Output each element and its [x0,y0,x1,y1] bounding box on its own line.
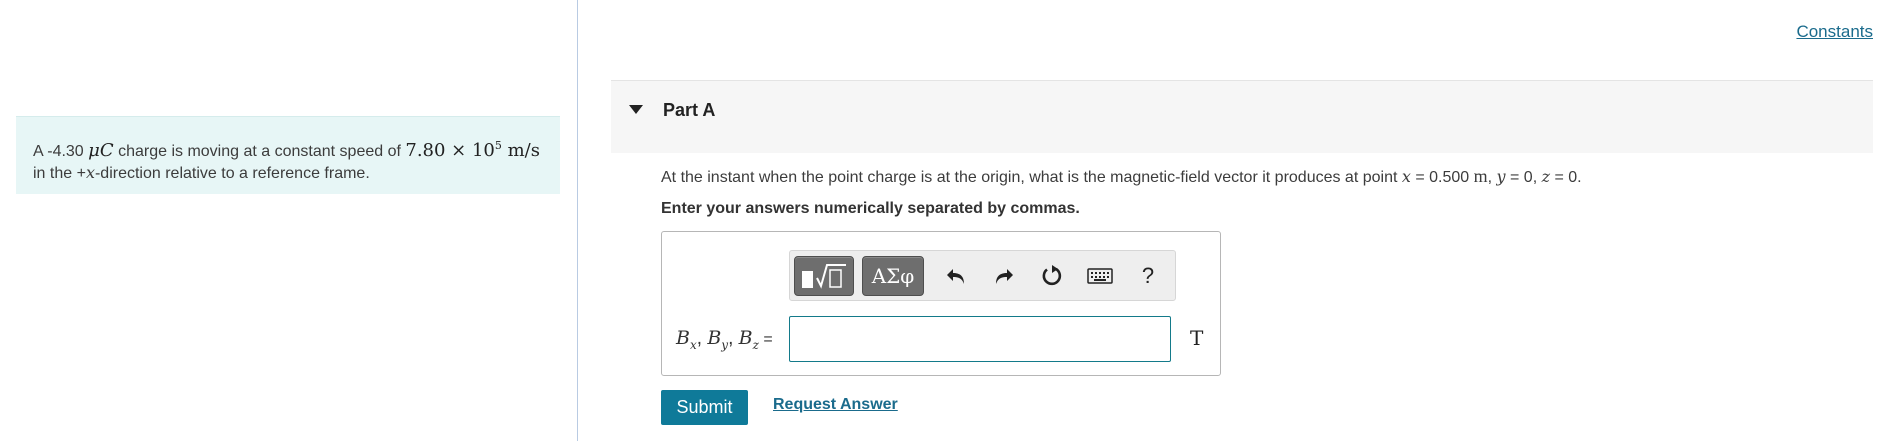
answer-box: ΑΣφ ? Bx, By, Bz = T [661,231,1221,376]
problem-line2-suffix: -direction relative to a reference frame… [94,165,370,182]
instruction-text: Enter your answers numerically separated… [661,200,1080,217]
templates-icon [802,264,846,289]
panel-divider [577,0,578,441]
problem-line2-prefix: in the + [33,165,86,182]
request-answer-link[interactable]: Request Answer [773,396,898,414]
keyboard-icon[interactable] [1082,256,1118,296]
part-header[interactable]: Part A [611,80,1873,153]
question-text: At the instant when the point charge is … [661,166,1582,186]
collapse-triangle-icon[interactable] [629,105,643,114]
answer-input[interactable] [789,316,1171,362]
constants-link[interactable]: Constants [1796,22,1873,42]
reset-icon[interactable] [1034,256,1070,296]
speed-value: 7.80 × 105 m/s [405,139,540,161]
templates-button[interactable] [794,256,854,296]
math-toolbar: ΑΣφ ? [789,250,1176,301]
undo-icon[interactable] [938,256,974,296]
submit-button[interactable]: Submit [661,390,748,425]
direction-variable: x [85,163,95,182]
part-title: Part A [663,100,716,120]
problem-text-prefix: A -4.30 [33,143,89,160]
problem-text-middle: charge is moving at a constant speed of [113,143,406,160]
answer-variables-label: Bx, By, Bz = [676,327,773,352]
symbols-button[interactable]: ΑΣφ [862,256,924,296]
help-button[interactable]: ? [1130,256,1166,296]
unit-label: T [1190,326,1204,350]
problem-statement: A -4.30 μC charge is moving at a constan… [16,116,560,194]
charge-unit: μC [88,140,114,161]
redo-icon[interactable] [986,256,1022,296]
